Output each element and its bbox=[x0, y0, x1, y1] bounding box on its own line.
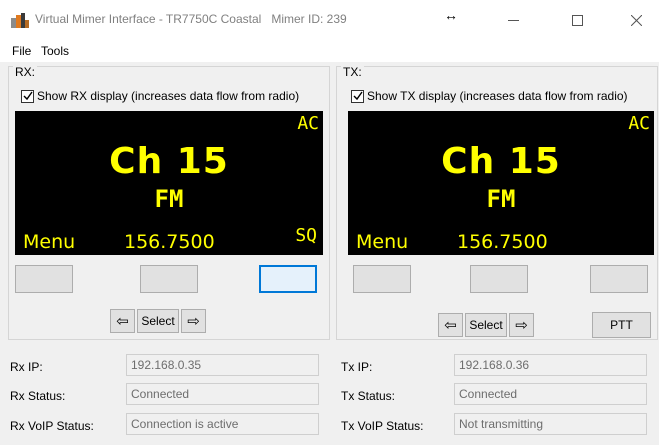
minimize-icon bbox=[507, 19, 519, 21]
tx-select-button[interactable]: Select bbox=[465, 313, 507, 337]
rx-panel-content: AC Ch 15 FM Menu 156.7500 SQ ⇦ Select ⇨ bbox=[8, 66, 330, 340]
tx-display-channel: Ch 15 bbox=[441, 141, 561, 182]
rx-status-label: Rx Status: bbox=[10, 389, 66, 403]
menu-bar: File Tools bbox=[0, 40, 659, 62]
rx-softkey-2[interactable] bbox=[140, 265, 198, 293]
title-bar: Virtual Mimer Interface - TR7750C Coasta… bbox=[0, 0, 659, 40]
rx-ip-label: Rx IP: bbox=[10, 360, 43, 374]
rx-status-field[interactable]: Connected bbox=[126, 383, 319, 405]
tx-ip-label: Tx IP: bbox=[341, 360, 373, 374]
app-icon bbox=[11, 13, 29, 28]
rx-display-frequency: 156.7500 bbox=[124, 231, 215, 253]
rx-voip-label: Rx VoIP Status: bbox=[10, 419, 94, 433]
tx-status-field[interactable]: Connected bbox=[454, 383, 647, 405]
tx-softkey-1[interactable] bbox=[353, 265, 411, 293]
rx-softkey-3[interactable] bbox=[259, 265, 317, 293]
menu-tools[interactable]: Tools bbox=[41, 44, 69, 58]
tx-display: AC Ch 15 FM Menu 156.7500 bbox=[348, 111, 654, 255]
close-button[interactable] bbox=[613, 0, 659, 40]
rx-display: AC Ch 15 FM Menu 156.7500 SQ bbox=[15, 111, 323, 255]
tx-display-ac: AC bbox=[628, 113, 650, 134]
tx-softkey-2[interactable] bbox=[470, 265, 528, 293]
rx-right-button[interactable]: ⇨ bbox=[181, 309, 206, 333]
window-title: Virtual Mimer Interface - TR7750C Coasta… bbox=[35, 12, 347, 26]
rx-select-button[interactable]: Select bbox=[137, 309, 179, 333]
rx-display-mode: FM bbox=[154, 185, 184, 213]
rx-left-button[interactable]: ⇦ bbox=[110, 309, 135, 333]
minimize-button[interactable] bbox=[490, 0, 536, 40]
rx-display-ac: AC bbox=[297, 113, 319, 134]
tx-right-button[interactable]: ⇨ bbox=[509, 313, 534, 337]
rx-voip-field[interactable]: Connection is active bbox=[126, 413, 319, 435]
rx-softkey-1[interactable] bbox=[15, 265, 73, 293]
tx-ip-field[interactable]: 192.168.0.36 bbox=[454, 354, 647, 376]
rx-display-channel: Ch 15 bbox=[109, 141, 229, 182]
rx-nav-row: ⇦ Select ⇨ bbox=[110, 309, 208, 333]
menu-file[interactable]: File bbox=[12, 44, 31, 58]
tx-display-frequency: 156.7500 bbox=[457, 231, 548, 253]
resize-cursor-icon: ↔ bbox=[444, 7, 458, 23]
tx-display-menu: Menu bbox=[356, 231, 409, 253]
maximize-button[interactable] bbox=[554, 0, 600, 40]
close-icon bbox=[630, 14, 642, 26]
tx-nav-row: ⇦ Select ⇨ bbox=[438, 313, 536, 337]
mimer-id: Mimer ID: 239 bbox=[271, 12, 347, 26]
ptt-button[interactable]: PTT bbox=[592, 312, 651, 338]
tx-panel-content: AC Ch 15 FM Menu 156.7500 ⇦ Select ⇨ PTT bbox=[336, 66, 658, 340]
tx-softkey-3[interactable] bbox=[590, 265, 648, 293]
rx-ip-field[interactable]: 192.168.0.35 bbox=[126, 354, 319, 376]
tx-display-mode: FM bbox=[486, 185, 516, 213]
maximize-icon bbox=[571, 14, 583, 26]
tx-left-button[interactable]: ⇦ bbox=[438, 313, 463, 337]
rx-display-sq: SQ bbox=[295, 225, 317, 246]
tx-status-label: Tx Status: bbox=[341, 389, 396, 403]
tx-voip-field[interactable]: Not transmitting bbox=[454, 413, 647, 435]
tx-voip-label: Tx VoIP Status: bbox=[341, 419, 424, 433]
rx-display-menu: Menu bbox=[23, 231, 76, 253]
